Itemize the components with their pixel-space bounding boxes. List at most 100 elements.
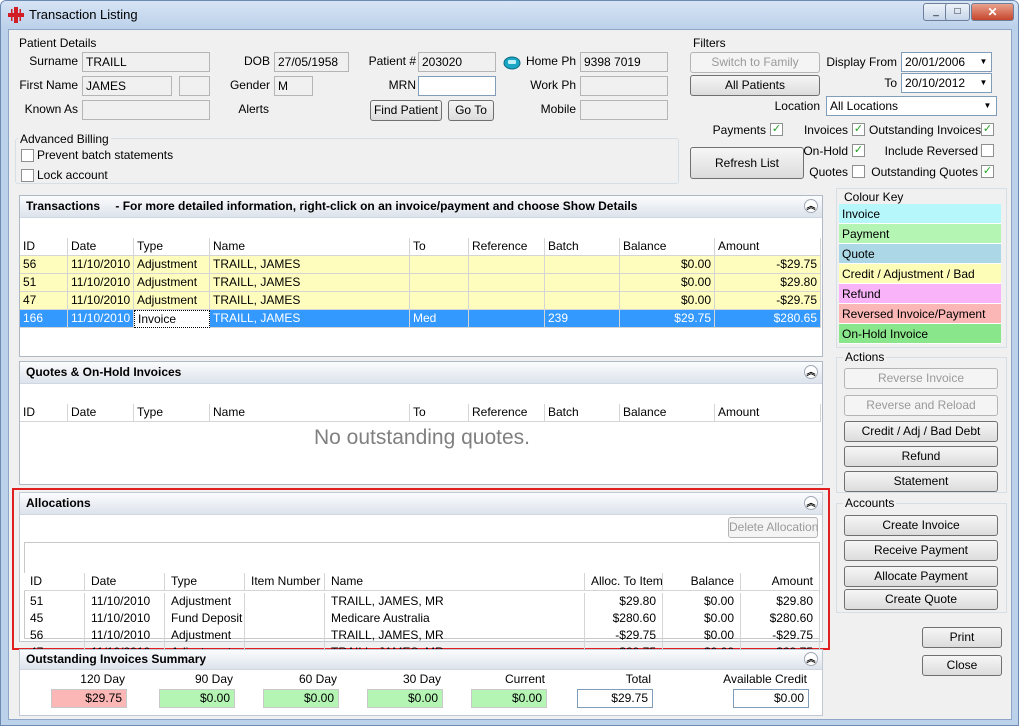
transactions-cell[interactable]: Adjustment (134, 274, 210, 292)
close-button[interactable]: Close (922, 655, 1002, 676)
transactions-cell[interactable] (545, 256, 620, 274)
allocations-cell[interactable]: TRAILL, JAMES, MR (325, 593, 585, 610)
transactions-cell[interactable]: $280.65 (715, 310, 821, 328)
allocate-payment-button[interactable]: Allocate Payment (844, 566, 998, 587)
reverse-and-reload-button[interactable]: Reverse and Reload (844, 395, 998, 416)
collapse-allocations-icon[interactable]: ︽ (804, 496, 818, 510)
transactions-cell[interactable] (410, 292, 469, 310)
allocations-cell[interactable]: $29.80 (585, 593, 663, 610)
transactions-cell[interactable]: $29.75 (620, 310, 715, 328)
delete-allocation-button[interactable]: Delete Allocation (728, 517, 818, 538)
receive-payment-button[interactable]: Receive Payment (844, 540, 998, 561)
refund-button[interactable]: Refund (844, 446, 998, 467)
transactions-cell[interactable] (469, 256, 545, 274)
close-window-button[interactable]: ✕ (971, 3, 1014, 21)
mobile-field[interactable] (580, 100, 668, 120)
print-button[interactable]: Print (922, 627, 1002, 648)
credit-adj-bad-debt-button[interactable]: Credit / Adj / Bad Debt (844, 421, 998, 442)
outstanding-invoices-filter-checkbox[interactable]: ✓ (981, 123, 994, 136)
switch-to-family-button[interactable]: Switch to Family (690, 52, 820, 73)
invoices-filter-checkbox[interactable]: ✓ (852, 123, 865, 136)
gender-field[interactable]: M (274, 76, 313, 96)
allocations-cell[interactable] (245, 610, 325, 627)
allocations-cell[interactable]: 51 (24, 593, 85, 610)
transactions-cell[interactable]: $29.80 (715, 274, 821, 292)
allocations-cell[interactable]: -$29.75 (585, 627, 663, 644)
transactions-cell[interactable]: TRAILL, JAMES (210, 310, 410, 328)
work-phone-field[interactable] (580, 76, 668, 96)
title-bar[interactable]: Transaction Listing _ □ ✕ (1, 1, 1018, 28)
allocations-cell[interactable]: $280.60 (585, 610, 663, 627)
allocations-cell[interactable]: Medicare Australia (325, 610, 585, 627)
display-from-dropdown-icon[interactable]: ▼ (977, 54, 990, 70)
surname-field[interactable]: TRAILL (82, 52, 210, 72)
transactions-cell[interactable]: TRAILL, JAMES (210, 274, 410, 292)
collapse-transactions-icon[interactable]: ︽ (804, 199, 818, 213)
quotes-filter-checkbox[interactable] (852, 165, 865, 178)
transactions-cell[interactable]: $0.00 (620, 274, 715, 292)
allocations-cell[interactable]: Fund Deposit (165, 610, 245, 627)
payments-filter-checkbox[interactable]: ✓ (770, 123, 783, 136)
allocations-cell[interactable]: 11/10/2010 (85, 610, 165, 627)
include-reversed-filter-checkbox[interactable] (981, 144, 994, 157)
transactions-cell[interactable]: 11/10/2010 (68, 256, 134, 274)
allocations-cell[interactable]: $280.60 (741, 610, 820, 627)
find-patient-button[interactable]: Find Patient (370, 100, 442, 121)
transactions-cell[interactable]: 11/10/2010 (68, 274, 134, 292)
allocations-cell[interactable]: 56 (24, 627, 85, 644)
transactions-cell[interactable] (545, 292, 620, 310)
collapse-summary-icon[interactable]: ︽ (804, 652, 818, 666)
transactions-cell[interactable]: 47 (20, 292, 68, 310)
allocations-cell[interactable]: $0.00 (663, 593, 741, 610)
collapse-quotes-icon[interactable]: ︽ (804, 365, 818, 379)
allocations-cell[interactable]: $0.00 (663, 610, 741, 627)
allocations-cell[interactable]: Adjustment (165, 627, 245, 644)
all-patients-button[interactable]: All Patients (690, 75, 820, 96)
transactions-cell[interactable]: 11/10/2010 (68, 292, 134, 310)
allocations-cell[interactable]: 11/10/2010 (85, 593, 165, 610)
create-invoice-button[interactable]: Create Invoice (844, 515, 998, 536)
transactions-cell[interactable]: 239 (545, 310, 620, 328)
transactions-cell[interactable] (469, 292, 545, 310)
transactions-cell[interactable]: Adjustment (134, 292, 210, 310)
location-dropdown-icon[interactable]: ▼ (981, 98, 994, 114)
known-as-field[interactable] (82, 100, 210, 120)
prevent-batch-checkbox[interactable] (21, 149, 34, 162)
allocations-cell[interactable] (245, 593, 325, 610)
refresh-list-button[interactable]: Refresh List (690, 147, 804, 179)
home-phone-field[interactable]: 9398 7019 (580, 52, 668, 72)
transactions-cell[interactable] (410, 256, 469, 274)
transactions-cell[interactable]: TRAILL, JAMES (210, 292, 410, 310)
lock-account-checkbox[interactable] (21, 169, 34, 182)
go-to-button[interactable]: Go To (448, 100, 494, 121)
transactions-cell[interactable]: 56 (20, 256, 68, 274)
allocations-cell[interactable]: 11/10/2010 (85, 627, 165, 644)
mrn-input[interactable] (418, 76, 496, 96)
statement-button[interactable]: Statement (844, 471, 998, 492)
create-quote-button[interactable]: Create Quote (844, 589, 998, 610)
transactions-cell[interactable]: Invoice (134, 310, 210, 328)
transactions-cell[interactable]: 11/10/2010 (68, 310, 134, 328)
allocations-cell[interactable]: Adjustment (165, 593, 245, 610)
transactions-cell[interactable] (469, 310, 545, 328)
summary-value[interactable]: $0.00 (733, 689, 809, 708)
transactions-cell[interactable]: -$29.75 (715, 292, 821, 310)
first-name-field[interactable]: JAMES (82, 76, 172, 96)
transactions-cell[interactable]: $0.00 (620, 256, 715, 274)
summary-value[interactable]: $29.75 (577, 689, 653, 708)
transactions-cell[interactable]: Med (410, 310, 469, 328)
display-to-dropdown-icon[interactable]: ▼ (977, 75, 990, 91)
on-hold-filter-checkbox[interactable]: ✓ (852, 144, 865, 157)
dob-field[interactable]: 27/05/1958 (274, 52, 349, 72)
patient-number-field[interactable]: 203020 (418, 52, 496, 72)
transactions-cell[interactable]: -$29.75 (715, 256, 821, 274)
outstanding-quotes-filter-checkbox[interactable]: ✓ (981, 165, 994, 178)
first-name-extra-field[interactable] (179, 76, 210, 96)
transactions-cell[interactable]: $0.00 (620, 292, 715, 310)
maximize-button[interactable]: □ (945, 3, 970, 21)
location-select[interactable]: All Locations (826, 96, 997, 116)
transactions-cell[interactable] (469, 274, 545, 292)
allocations-cell[interactable]: TRAILL, JAMES, MR (325, 627, 585, 644)
allocations-cell[interactable]: -$29.75 (741, 627, 820, 644)
allocations-cell[interactable]: $0.00 (663, 627, 741, 644)
